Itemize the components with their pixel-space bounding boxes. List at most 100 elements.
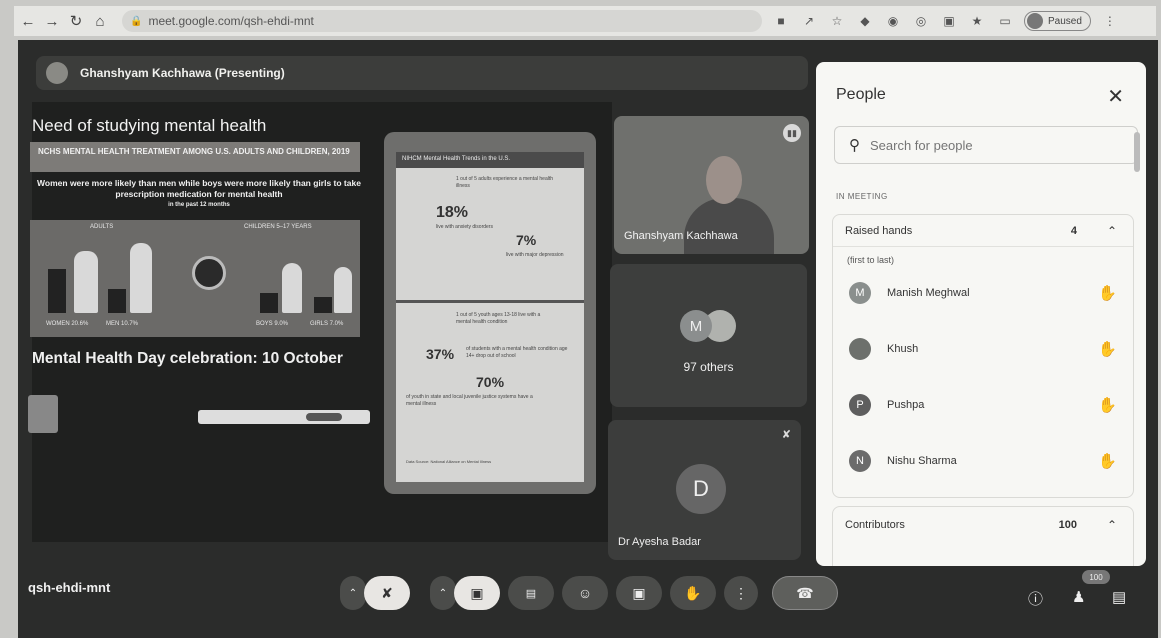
close-icon[interactable]: ✕ (1107, 84, 1124, 109)
home-icon[interactable]: ⌂ (90, 11, 110, 31)
avatar: N (849, 450, 871, 472)
girl-figure (334, 267, 352, 313)
participants-badge: 100 (1082, 570, 1110, 584)
list-item[interactable]: P Pushpa ✋ (833, 377, 1133, 433)
emoji-icon: ☺ (577, 585, 593, 601)
extension-icon[interactable]: ◆ (856, 12, 874, 30)
boy-figure (282, 263, 302, 313)
camera-options-button[interactable]: ⌃ (430, 576, 456, 610)
subline-small: in the past 12 months (168, 202, 230, 208)
presenter-name: Ghanshyam Kachhawa (624, 230, 738, 242)
list-item[interactable]: N Nishu Sharma ✋ (833, 433, 1133, 489)
presenter-avatar (46, 62, 68, 84)
more-vert-icon[interactable]: ⋮ (1101, 12, 1119, 30)
star-icon[interactable]: ☆ (828, 12, 846, 30)
captions-button[interactable]: ▤ (508, 576, 554, 610)
order-note: (first to last) (847, 255, 895, 265)
participant-name: Manish Meghwal (887, 287, 970, 299)
man-figure (130, 243, 152, 313)
emoji-button[interactable]: ☺ (562, 576, 608, 610)
more-options-button[interactable]: ⋮ (724, 576, 758, 610)
raised-hand-icon[interactable]: ✋ (1098, 340, 1117, 358)
leave-call-button[interactable]: ☎ (772, 576, 838, 610)
poster-stat4-text: of youth in state and local juvenile jus… (406, 394, 533, 407)
extension-icon[interactable]: ▣ (940, 12, 958, 30)
avatar: M (680, 310, 712, 342)
info-icon[interactable]: ⓘ (1028, 588, 1043, 609)
forward-icon[interactable]: → (42, 11, 62, 31)
profile-paused-button[interactable]: Paused (1024, 11, 1091, 31)
in-meeting-label: IN MEETING (836, 192, 888, 201)
poster-stat1: 18% (436, 204, 469, 221)
back-icon[interactable]: ← (18, 11, 38, 31)
woman-figure (74, 251, 98, 313)
address-bar[interactable]: 🔒 meet.google.com/qsh-ehdi-mnt (122, 10, 762, 32)
search-input[interactable] (870, 137, 1100, 153)
mic-off-icon: ✘ (781, 429, 791, 441)
speaking-indicator-icon: ▮▮ (783, 124, 801, 142)
raised-hands-header[interactable]: Raised hands 4 ⌃ (833, 215, 1133, 247)
poster-stat2: 7% (516, 232, 537, 248)
camera-blocked-icon[interactable]: ■ (772, 12, 790, 30)
avatar (1027, 13, 1043, 29)
participant-name: Pushpa (887, 399, 925, 411)
reload-icon[interactable]: ↻ (66, 11, 86, 31)
raise-hand-button[interactable]: ✋ (670, 576, 716, 610)
contributors-header[interactable]: Contributors 100 ⌃ (833, 507, 1133, 543)
poster-header: NIHCM Mental Health Trends in the U.S. (396, 152, 584, 168)
extension-icon[interactable]: ◉ (884, 12, 902, 30)
participant-name: Khush (887, 343, 919, 355)
stop-sharing-button[interactable] (306, 413, 342, 421)
present-button[interactable]: ▣ (616, 576, 662, 610)
poster-stat3: 37% (426, 346, 455, 362)
slide-day-text: Mental Health Day celebration: 10 Octobe… (32, 350, 343, 367)
search-field[interactable]: ⚲ (834, 126, 1138, 164)
avatar: M (849, 282, 871, 304)
boys-label: BOYS 9.0% (256, 321, 289, 327)
women-bar (48, 269, 66, 313)
camera-off-button[interactable]: ▣ (454, 576, 500, 610)
presenter-video-tile[interactable]: ▮▮ Ghanshyam Kachhawa (614, 116, 809, 254)
women-label: WOMEN 20.6% (46, 321, 89, 327)
children-label: CHILDREN 5–17 YEARS (244, 224, 312, 230)
men-label: MEN 10.7% (106, 321, 139, 327)
slide-subline: Women were more likely than men while bo… (34, 178, 364, 211)
list-item[interactable]: M Manish Meghwal ✋ (833, 265, 1133, 321)
girls-label: GIRLS 7.0% (310, 321, 344, 327)
contributors-label: Contributors (845, 519, 905, 531)
mic-off-button[interactable]: ✘ (364, 576, 410, 610)
others-tile[interactable]: M 97 others (610, 264, 807, 407)
raise-hand-icon: ✋ (684, 584, 702, 601)
chat-icon[interactable]: ▤ (1112, 588, 1126, 606)
chevron-up-icon[interactable]: ⌃ (1107, 518, 1117, 532)
raised-hand-icon[interactable]: ✋ (1098, 452, 1117, 470)
raised-hand-icon[interactable]: ✋ (1098, 284, 1117, 302)
extension-icon[interactable]: ◎ (912, 12, 930, 30)
sidepanel-icon[interactable]: ▭ (996, 12, 1014, 30)
panel-title: People (836, 86, 886, 103)
adults-label: ADULTS (90, 224, 114, 230)
share-icon[interactable]: ↗ (800, 12, 818, 30)
presenting-bar: Ghanshyam Kachhawa (Presenting) (36, 56, 808, 90)
camera-off-icon: ▣ (470, 584, 484, 601)
banner-prefix: NCHS (38, 147, 61, 156)
people-icon[interactable]: ♟ (1072, 588, 1085, 606)
participant-tile[interactable]: ✘ D Dr Ayesha Badar (608, 420, 801, 560)
puzzle-icon[interactable]: ★ (968, 12, 986, 30)
presenter-label: Ghanshyam Kachhawa (Presenting) (80, 66, 285, 80)
list-item[interactable]: Khush ✋ (833, 321, 1133, 377)
raised-hand-icon[interactable]: ✋ (1098, 396, 1117, 414)
poster-stat2-text: live with major depression (506, 252, 564, 258)
slide-thumbnail[interactable] (28, 395, 58, 433)
meeting-code: qsh-ehdi-mnt (28, 580, 111, 595)
boys-bar (260, 293, 278, 313)
chevron-up-icon[interactable]: ⌃ (1107, 224, 1117, 238)
browser-toolbar: ← → ↻ ⌂ 🔒 meet.google.com/qsh-ehdi-mnt ■… (14, 6, 1156, 36)
more-vert-icon: ⋮ (734, 584, 748, 601)
mic-off-icon: ✘ (381, 584, 393, 601)
presenter-body (684, 198, 774, 254)
others-label: 97 others (683, 360, 734, 374)
mic-options-button[interactable]: ⌃ (340, 576, 366, 610)
poster-content: NIHCM Mental Health Trends in the U.S. 1… (396, 152, 584, 482)
scrollbar[interactable] (1134, 132, 1140, 172)
